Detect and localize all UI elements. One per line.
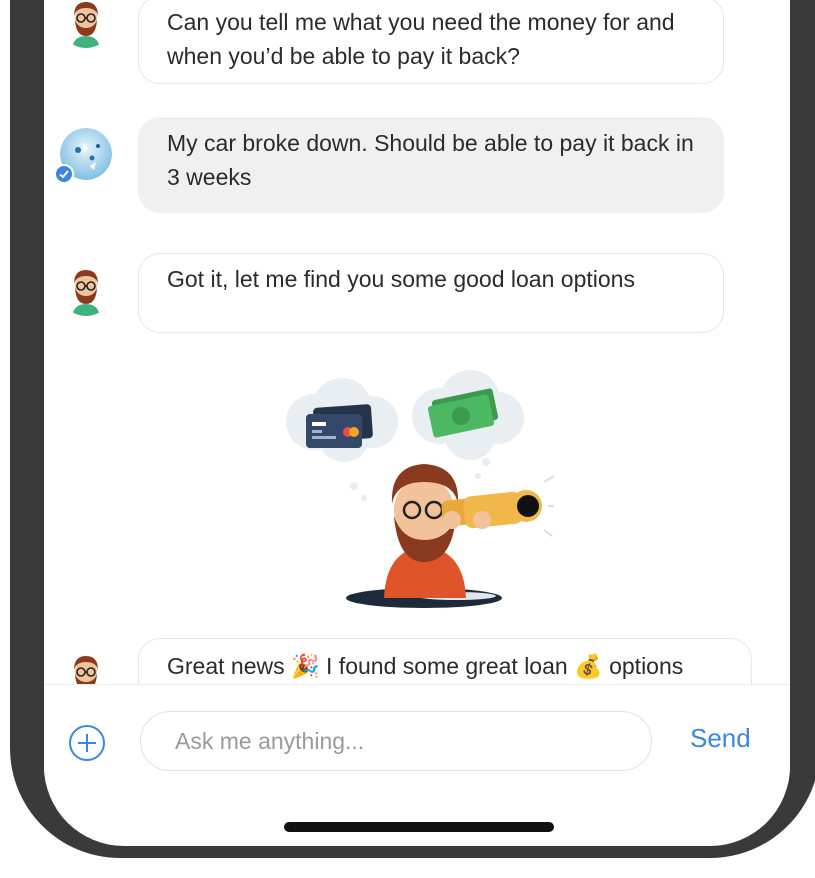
chat-screen: Can you tell me what you need the money …: [44, 0, 790, 846]
message-input[interactable]: [140, 711, 652, 771]
home-indicator: [284, 822, 554, 832]
bot-message-bubble: Great news 🎉 I found some great loan 💰 o…: [138, 638, 752, 684]
bot-avatar: [60, 650, 112, 684]
plus-circle-icon[interactable]: [69, 725, 105, 761]
bearded-man-icon: [60, 650, 112, 684]
message-text: Great news 🎉 I found some great loan 💰 o…: [167, 653, 684, 679]
message-composer: Send: [44, 684, 790, 784]
chat-message: Great news 🎉 I found some great loan 💰 o…: [44, 0, 790, 684]
send-button[interactable]: Send: [690, 723, 751, 754]
